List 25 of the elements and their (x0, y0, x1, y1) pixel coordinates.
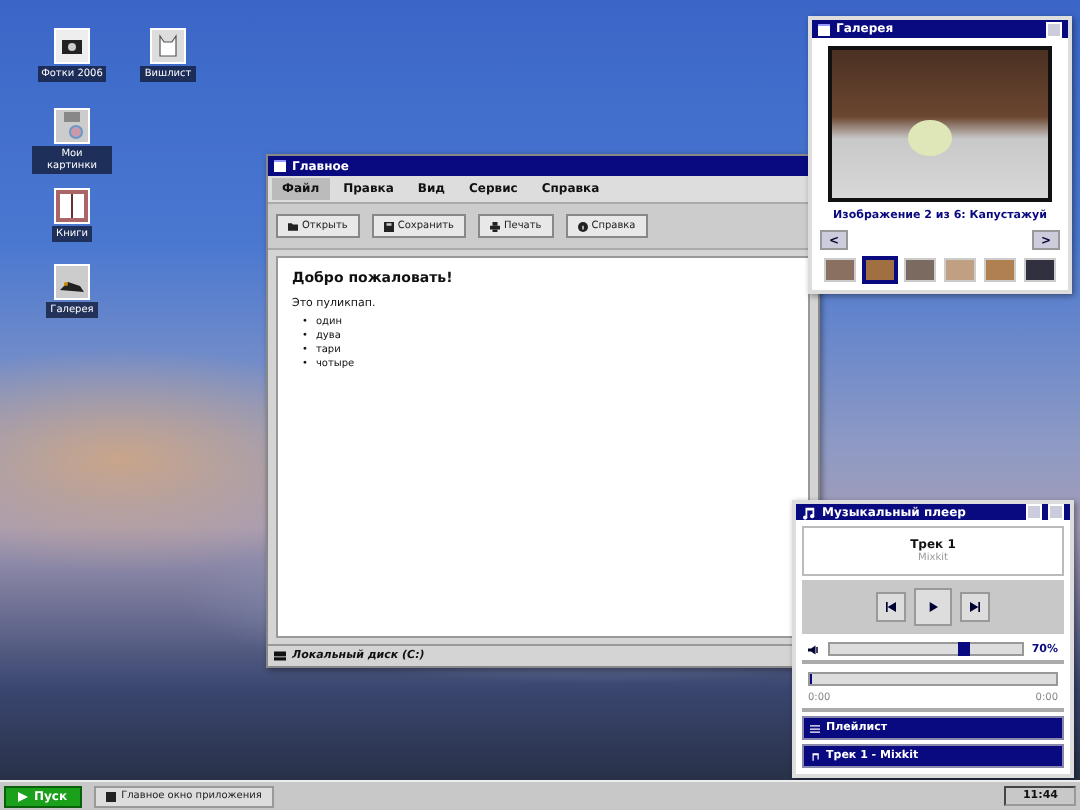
play-icon (18, 791, 28, 801)
play-button[interactable] (914, 588, 952, 626)
book-icon[interactable] (54, 188, 90, 224)
speaker-icon (808, 643, 820, 655)
floppy-disk-icon[interactable] (54, 108, 90, 144)
play-icon (928, 602, 938, 612)
info-icon (577, 221, 588, 231)
close-button[interactable] (1046, 21, 1062, 37)
window-icon (274, 160, 286, 172)
previous-track-button[interactable] (876, 592, 906, 622)
camera-icon[interactable] (54, 28, 90, 64)
folder-icon (288, 221, 298, 231)
volume-thumb[interactable] (958, 642, 971, 656)
printer-icon (489, 221, 500, 231)
skip-forward-icon (970, 602, 980, 612)
thumbnail[interactable] (864, 258, 896, 282)
skip-back-icon (886, 602, 896, 612)
floppy-disk-icon (383, 221, 394, 231)
volume-slider[interactable] (828, 642, 1024, 656)
drive-icon (274, 650, 286, 662)
next-track-button[interactable] (960, 592, 990, 622)
list-icon (810, 723, 820, 733)
window-icon (105, 791, 116, 801)
cat-icon[interactable] (150, 28, 186, 64)
window-icon (818, 23, 830, 35)
